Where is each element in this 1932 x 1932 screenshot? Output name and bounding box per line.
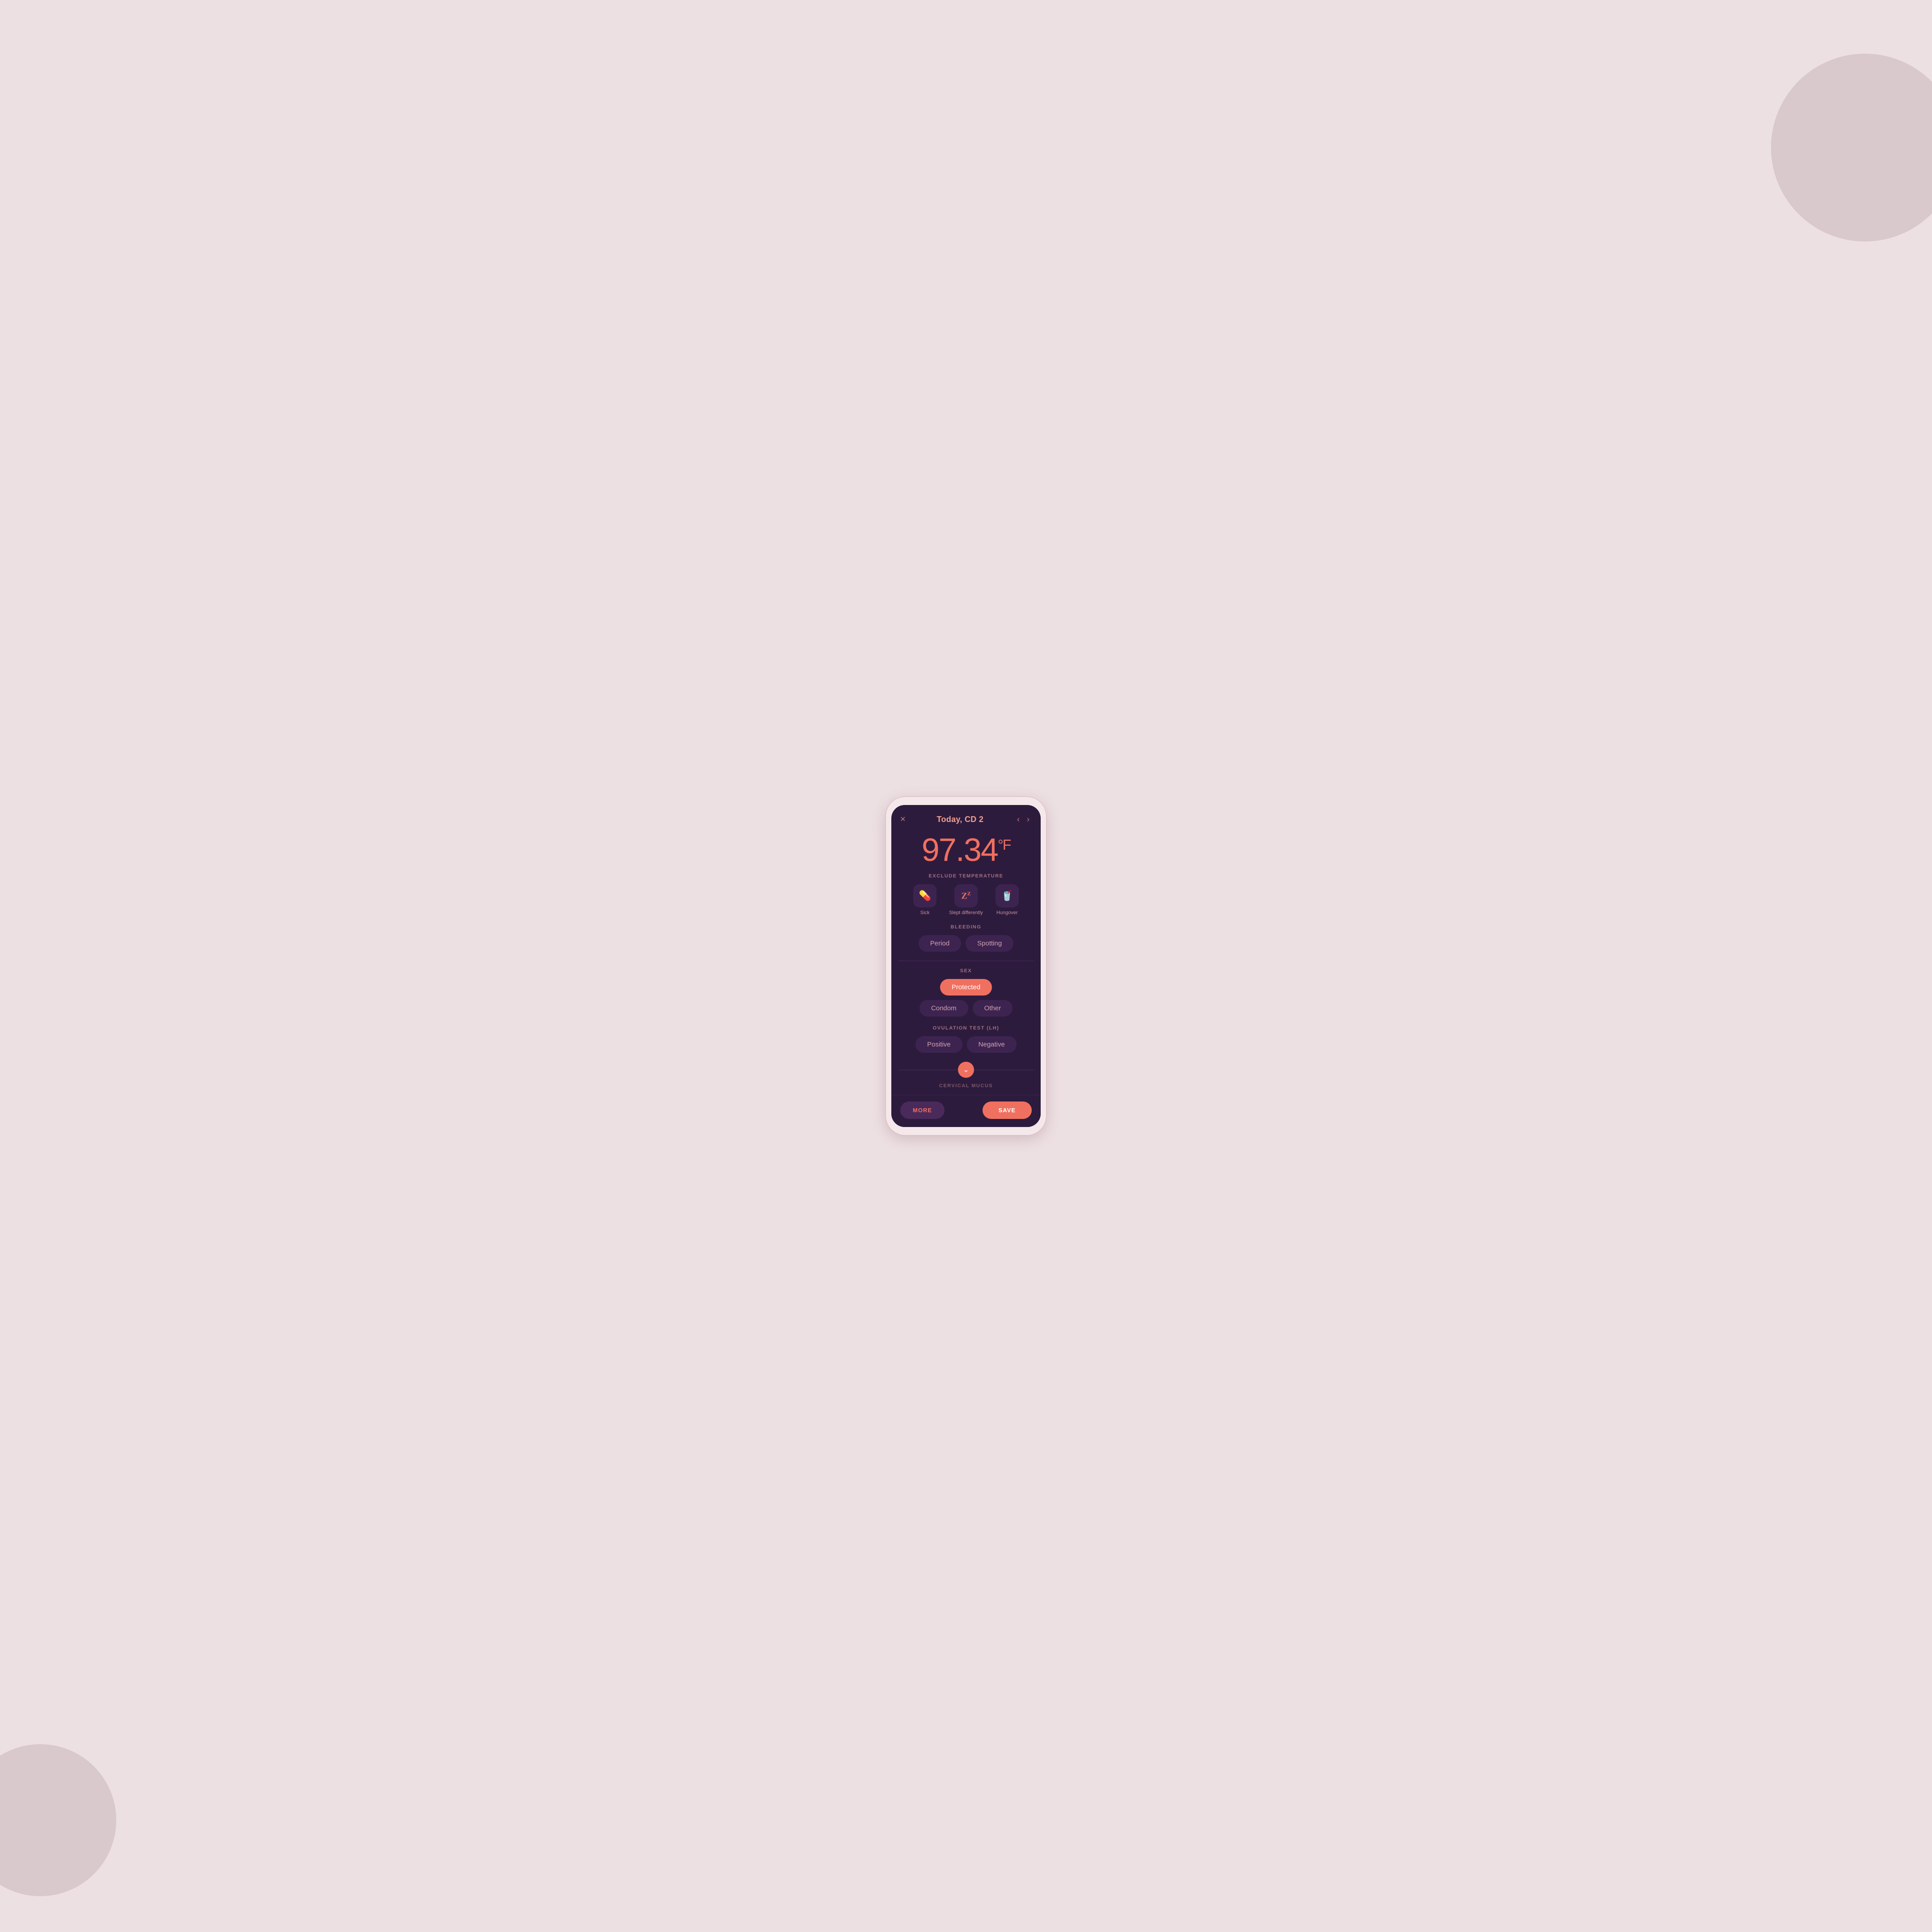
other-button[interactable]: Other bbox=[973, 1000, 1013, 1017]
save-button[interactable]: SAVE bbox=[983, 1102, 1032, 1119]
footer: MORE SAVE bbox=[891, 1095, 1041, 1127]
hungover-icon: 🥤 bbox=[996, 884, 1019, 907]
header-title: Today, CD 2 bbox=[937, 815, 984, 824]
expand-button[interactable]: ⌄ bbox=[958, 1062, 974, 1078]
bg-decoration-right bbox=[1771, 54, 1932, 242]
condom-button[interactable]: Condom bbox=[919, 1000, 968, 1017]
period-button[interactable]: Period bbox=[919, 935, 961, 952]
more-button[interactable]: MORE bbox=[900, 1102, 945, 1119]
ovulation-test-label: OVULATION TEST (LH) bbox=[898, 1025, 1034, 1031]
bleeding-label: BLEEDING bbox=[898, 924, 1034, 930]
sick-icon: 💊 bbox=[913, 884, 936, 907]
expand-row: ⌄ bbox=[898, 1062, 1034, 1078]
nav-back-button[interactable]: ‹ bbox=[1015, 814, 1022, 825]
chevron-down-icon: ⌄ bbox=[963, 1065, 969, 1074]
nav-forward-button[interactable]: › bbox=[1025, 814, 1032, 825]
ovulation-test-options: Positive Negative bbox=[898, 1036, 1034, 1053]
temperature-unit: °F bbox=[998, 837, 1010, 853]
slept-differently-label: Slept differently bbox=[949, 910, 983, 915]
temperature-section: 97.34°F bbox=[891, 830, 1041, 873]
exclude-temperature-label: EXCLUDE TEMPERATURE bbox=[898, 873, 1034, 879]
content-area: EXCLUDE TEMPERATURE 💊 Sick ZZ Slept diff… bbox=[891, 873, 1041, 1095]
hungover-label: Hungover bbox=[996, 910, 1018, 915]
sick-option[interactable]: 💊 Sick bbox=[913, 884, 936, 915]
sex-other-options: Condom Other bbox=[898, 1000, 1034, 1017]
sex-section: SEX Protected Condom Other bbox=[898, 968, 1034, 1017]
bleeding-section: BLEEDING Period Spotting bbox=[898, 924, 1034, 952]
close-button[interactable]: × bbox=[900, 814, 906, 825]
slept-differently-icon: ZZ bbox=[954, 884, 978, 907]
header-nav: ‹ › bbox=[1015, 814, 1032, 825]
slept-differently-option[interactable]: ZZ Slept differently bbox=[949, 884, 983, 915]
phone-screen: × Today, CD 2 ‹ › 97.34°F EXCLUDE TEMPER… bbox=[891, 805, 1041, 1127]
ovulation-test-section: OVULATION TEST (LH) Positive Negative bbox=[898, 1025, 1034, 1053]
sex-label: SEX bbox=[898, 968, 1034, 974]
bleeding-options: Period Spotting bbox=[898, 935, 1034, 952]
cervical-mucus-label: CERVICAL MUCUS bbox=[898, 1083, 1034, 1092]
bg-decoration-left bbox=[0, 1744, 116, 1896]
hungover-option[interactable]: 🥤 Hungover bbox=[996, 884, 1019, 915]
protected-button[interactable]: Protected bbox=[940, 979, 992, 996]
phone-frame: × Today, CD 2 ‹ › 97.34°F EXCLUDE TEMPER… bbox=[886, 797, 1046, 1135]
spotting-button[interactable]: Spotting bbox=[966, 935, 1013, 952]
temperature-value: 97.34°F bbox=[922, 832, 1011, 868]
negative-button[interactable]: Negative bbox=[967, 1036, 1017, 1053]
temperature-number: 97.34 bbox=[922, 832, 998, 868]
header: × Today, CD 2 ‹ › bbox=[891, 805, 1041, 830]
positive-button[interactable]: Positive bbox=[915, 1036, 962, 1053]
exclude-temperature-options: 💊 Sick ZZ Slept differently 🥤 Hungover bbox=[898, 884, 1034, 915]
sex-protected-row: Protected bbox=[898, 979, 1034, 996]
exclude-temperature-section: EXCLUDE TEMPERATURE 💊 Sick ZZ Slept diff… bbox=[898, 873, 1034, 915]
sick-label: Sick bbox=[920, 910, 930, 915]
